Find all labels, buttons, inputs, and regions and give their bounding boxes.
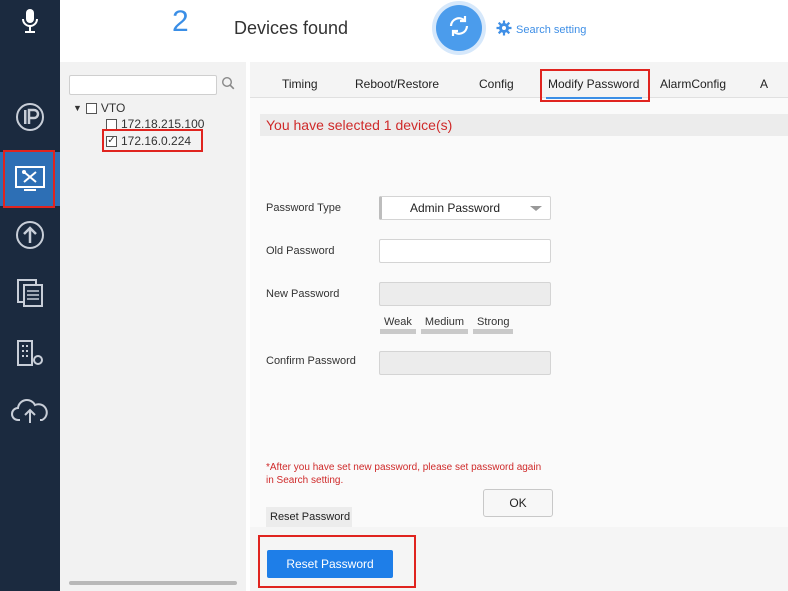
password-type-label: Password Type	[266, 202, 342, 214]
tab-config[interactable]: Config	[479, 77, 514, 91]
refresh-icon	[446, 13, 472, 44]
cloud-upload-icon[interactable]	[0, 386, 60, 436]
device-count: 2	[172, 5, 189, 38]
batch-window-icon[interactable]	[0, 268, 60, 318]
device-highlight-box	[102, 129, 203, 152]
device-tree-panel: ▼ VTO 172.18.215.100 ✓ 172.16.0.224	[60, 62, 246, 591]
reset-password-tab[interactable]: Reset Password	[266, 507, 352, 527]
tab-alarm-config[interactable]: AlarmConfig	[660, 77, 726, 91]
devices-found-label: Devices found	[234, 18, 349, 38]
gear-icon	[496, 20, 512, 39]
checkbox-device-1[interactable]	[106, 118, 117, 130]
chevron-down-icon	[530, 206, 542, 211]
password-type-value: Admin Password	[410, 201, 501, 215]
note-line-2: in Search setting.	[266, 475, 344, 486]
password-strength-meter: Weak Medium Strong	[380, 316, 514, 334]
strength-weak: Weak	[380, 316, 416, 334]
tab-more[interactable]: A	[760, 77, 768, 91]
expand-arrow-icon[interactable]: ▼	[73, 103, 82, 113]
new-password-label: New Password	[266, 288, 340, 300]
tree-root-label: VTO	[100, 101, 126, 115]
tree-scrollbar[interactable]	[69, 581, 237, 585]
header: 2 Devices found Search setting	[60, 0, 788, 62]
note-line-1: *After you have set new password, please…	[266, 462, 542, 473]
tab-bar: Timing Reboot/Restore Config Modify Pass…	[250, 62, 788, 99]
tab-timing[interactable]: Timing	[282, 77, 318, 91]
microphone-icon[interactable]	[0, 0, 60, 42]
selection-message: You have selected 1 device(s)	[260, 114, 788, 136]
strength-medium: Medium	[420, 316, 469, 334]
tab-highlight-box	[540, 69, 650, 102]
password-type-select[interactable]: Admin Password	[379, 196, 551, 220]
old-password-field[interactable]	[379, 239, 551, 263]
reset-highlight-box	[258, 535, 416, 588]
main-content: Timing Reboot/Restore Config Modify Pass…	[250, 62, 788, 591]
search-setting-label: Search setting	[516, 23, 587, 36]
ip-icon[interactable]	[0, 92, 60, 142]
checkbox-vto[interactable]	[85, 102, 97, 114]
new-password-field[interactable]	[379, 282, 551, 306]
tab-reboot-restore[interactable]: Reboot/Restore	[355, 77, 439, 91]
building-settings-icon[interactable]	[0, 328, 60, 378]
tree-root-vto[interactable]: ▼ VTO	[73, 101, 125, 115]
sidebar	[0, 0, 60, 591]
refresh-button[interactable]	[436, 5, 482, 51]
search-setting-link[interactable]: Search setting	[496, 20, 586, 39]
confirm-password-field[interactable]	[379, 351, 551, 375]
password-note: *After you have set new password, please…	[266, 461, 566, 487]
confirm-password-label: Confirm Password	[266, 355, 356, 367]
sidebar-highlight-box	[3, 150, 55, 208]
tree-search-input[interactable]	[69, 75, 217, 95]
strength-strong: Strong	[473, 316, 514, 334]
old-password-label: Old Password	[266, 245, 335, 257]
upgrade-icon[interactable]	[0, 210, 60, 260]
ok-button[interactable]: OK	[483, 489, 553, 517]
search-icon[interactable]	[221, 76, 235, 95]
